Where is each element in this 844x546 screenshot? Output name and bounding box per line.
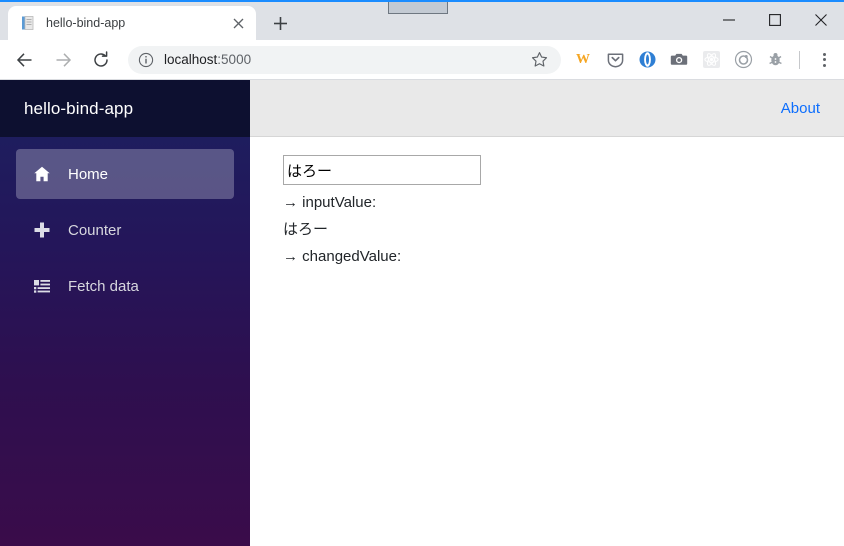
address-bar[interactable]: localhost:5000 <box>128 45 561 74</box>
sidebar-item-label: Fetch data <box>68 277 139 295</box>
extension-w-label: W <box>576 51 590 67</box>
extensions-row: W <box>567 45 791 75</box>
browser-toolbar: localhost:5000 W <box>0 40 844 80</box>
window-snap-indicator <box>388 2 448 14</box>
forward-arrow-icon[interactable] <box>47 44 79 76</box>
url-port: :5000 <box>217 52 252 67</box>
app-topbar: About <box>250 80 844 137</box>
sidebar-item-counter[interactable]: Counter <box>16 205 234 255</box>
maximize-icon[interactable] <box>752 0 798 40</box>
window-controls <box>706 0 844 40</box>
new-tab-button[interactable] <box>266 9 294 37</box>
sidebar-item-label: Counter <box>68 221 122 239</box>
bind-text-input[interactable] <box>283 155 481 185</box>
sidebar-item-fetch-data[interactable]: Fetch data <box>16 261 234 311</box>
back-arrow-icon[interactable] <box>9 44 41 76</box>
home-icon <box>32 164 52 184</box>
pocket-shield-icon[interactable] <box>600 45 630 75</box>
title-bar: hello-bind-app <box>0 0 844 40</box>
camera-icon[interactable] <box>664 45 694 75</box>
output-line-input-value: はろー <box>283 221 329 238</box>
browser-tab[interactable]: hello-bind-app <box>8 6 256 40</box>
about-link[interactable]: About <box>781 100 820 117</box>
react-atom-icon[interactable] <box>696 45 726 75</box>
url-text: localhost:5000 <box>164 52 525 67</box>
app-brand-text: hello-bind-app <box>24 98 134 118</box>
info-circle-icon[interactable] <box>138 52 154 68</box>
sidebar-item-label: Home <box>68 165 109 183</box>
star-icon[interactable] <box>525 46 553 74</box>
url-host: localhost <box>164 52 218 67</box>
bug-icon[interactable] <box>760 45 790 75</box>
output-line-input-label: → inputValue: <box>283 194 377 211</box>
three-dots-vertical-icon[interactable] <box>810 46 838 74</box>
list-icon <box>32 276 52 296</box>
toolbar-divider <box>799 50 800 69</box>
browser-window: hello-bind-app localhost:5000 W hello-bi… <box>0 0 844 546</box>
blue-circle-icon[interactable] <box>632 45 662 75</box>
sidebar-item-home[interactable]: Home <box>16 149 234 199</box>
main-area: About → inputValue: はろー → changedValue: <box>250 80 844 546</box>
sidebar-nav-list: Home Counter Fetch data <box>0 137 250 317</box>
w-letter-icon[interactable]: W <box>568 45 598 75</box>
minimize-icon[interactable] <box>706 0 752 40</box>
app-sidebar: hello-bind-app Home Counter Fetch data <box>0 80 250 546</box>
reload-icon[interactable] <box>85 44 117 76</box>
page-viewport: hello-bind-app Home Counter Fetch data A… <box>0 80 844 546</box>
tab-title: hello-bind-app <box>46 16 126 30</box>
document-icon <box>20 15 36 31</box>
close-icon[interactable] <box>798 0 844 40</box>
page-content: → inputValue: はろー → changedValue: <box>250 137 844 546</box>
plus-icon <box>32 220 52 240</box>
app-brand-bar[interactable]: hello-bind-app <box>0 80 250 137</box>
target-circle-icon[interactable] <box>728 45 758 75</box>
output-line-changed-label: → changedValue: <box>283 248 402 265</box>
tab-close-icon[interactable] <box>228 13 248 33</box>
